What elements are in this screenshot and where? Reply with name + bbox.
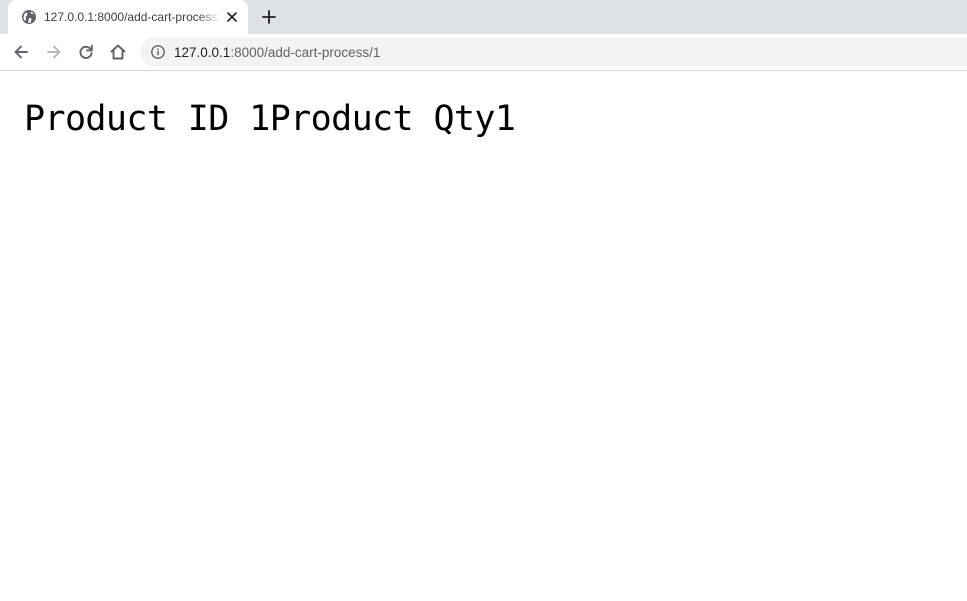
page-text: Product ID 1Product Qty1 (24, 98, 516, 140)
reload-icon[interactable] (76, 42, 96, 62)
close-icon[interactable] (224, 9, 240, 25)
info-icon[interactable] (150, 44, 166, 60)
tab-title: 127.0.0.1:8000/add-cart-process/1 (44, 10, 220, 24)
product-id-value: 1 (249, 99, 270, 139)
url-host: 127.0.0.1 (174, 45, 231, 60)
home-icon[interactable] (108, 42, 128, 62)
globe-icon (22, 10, 36, 24)
back-arrow-icon[interactable] (11, 42, 31, 62)
product-qty-label: Product Qty (269, 99, 496, 139)
address-url[interactable]: 127.0.0.1:8000/add-cart-process/1 (174, 45, 380, 60)
browser-toolbar: 127.0.0.1:8000/add-cart-process/1 (0, 34, 967, 71)
forward-arrow-icon[interactable] (44, 42, 64, 62)
address-bar[interactable]: 127.0.0.1:8000/add-cart-process/1 (140, 38, 967, 66)
plus-icon[interactable] (260, 8, 278, 26)
browser-window: 127.0.0.1:8000/add-cart-process/1 127.0.… (0, 0, 967, 601)
tab-strip: 127.0.0.1:8000/add-cart-process/1 (0, 0, 967, 34)
url-path: :8000/add-cart-process/1 (230, 45, 381, 60)
product-qty-value: 1 (494, 99, 516, 139)
page-content: Product ID 1Product Qty1 (0, 71, 967, 601)
browser-tab[interactable]: 127.0.0.1:8000/add-cart-process/1 (8, 0, 248, 34)
product-id-label: Product ID (24, 99, 250, 139)
